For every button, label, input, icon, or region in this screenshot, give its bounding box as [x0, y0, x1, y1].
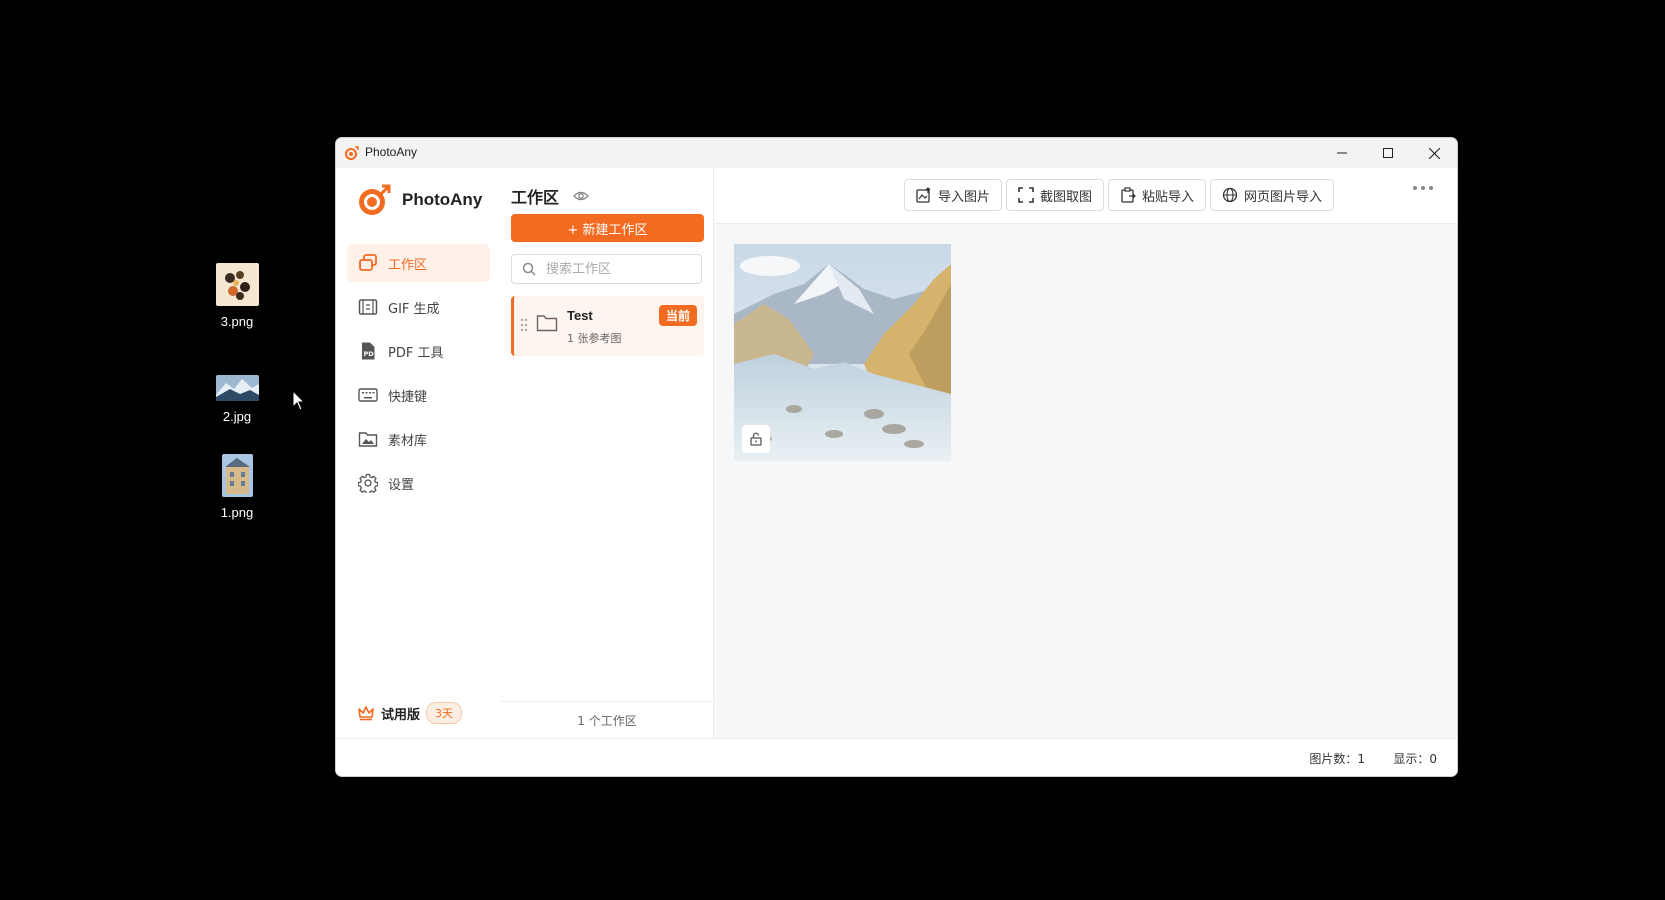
sidebar: PhotoAny 工作区 GIF 生成 PD PDF 工具 快捷键 素材库 设置…	[336, 168, 502, 776]
desktop-file-2jpg[interactable]: 2.jpg	[197, 375, 277, 424]
close-icon	[1428, 147, 1440, 159]
unlock-button[interactable]	[742, 425, 770, 453]
trial-label: 试用版	[381, 707, 421, 723]
trial-days-badge: 3天	[426, 702, 463, 724]
photoany-window: PhotoAny PhotoAny 工作区 GIF 生成 PD PDF 工具 快…	[335, 137, 1458, 777]
workspace-count: 1 个工作区	[501, 701, 713, 739]
drag-handle-icon[interactable]	[520, 318, 528, 332]
folder-icon	[536, 315, 558, 332]
close-button[interactable]	[1411, 138, 1457, 168]
import-image-label: 导入图片	[938, 189, 991, 205]
screenshot-label: 截图取图	[1040, 189, 1093, 205]
minimize-button[interactable]	[1319, 138, 1365, 168]
sidebar-item-library[interactable]: 素材库	[347, 420, 490, 458]
svg-text:PD: PD	[364, 350, 375, 358]
window-title: PhotoAny	[365, 145, 418, 159]
sidebar-item-settings[interactable]: 设置	[347, 464, 490, 502]
image-count: 图片数：1	[1309, 752, 1365, 766]
screenshot-icon	[1018, 187, 1034, 203]
workspace-panel: 工作区 + 新建工作区 Test 1 张参考图 当前	[501, 168, 714, 739]
import-image-button[interactable]: 导入图片	[904, 179, 1003, 211]
new-workspace-button[interactable]: + 新建工作区	[511, 214, 704, 242]
gear-icon	[358, 473, 378, 493]
image-library-icon	[358, 432, 378, 447]
current-badge: 当前	[658, 305, 697, 326]
maximize-button[interactable]	[1365, 138, 1411, 168]
file-thumbnail-1png	[221, 454, 253, 497]
file-thumbnail-2jpg	[215, 375, 259, 401]
sidebar-item-label: 快捷键	[388, 389, 428, 405]
workspace-icon	[359, 254, 377, 271]
image-card[interactable]	[734, 244, 951, 461]
app-logo-icon	[345, 146, 359, 160]
paste-import-button[interactable]: 粘贴导入	[1108, 179, 1207, 211]
workspace-header: 工作区	[511, 184, 589, 208]
display-count: 显示：0	[1393, 752, 1437, 766]
maximize-icon	[1383, 148, 1393, 158]
minimize-icon	[1337, 152, 1347, 154]
brand-name: PhotoAny	[402, 190, 483, 209]
main-area: 导入图片 截图取图 粘贴导入 网页图片导入	[714, 168, 1457, 739]
sidebar-nav: 工作区 GIF 生成 PD PDF 工具 快捷键 素材库 设置	[347, 244, 490, 508]
paste-icon	[1121, 187, 1136, 203]
keyboard-icon	[358, 388, 378, 402]
web-import-button[interactable]: 网页图片导入	[1210, 179, 1335, 211]
desktop-file-3png[interactable]: 3.png	[197, 263, 277, 329]
unlock-icon	[750, 432, 762, 446]
title-bar[interactable]: PhotoAny	[336, 138, 1457, 169]
sidebar-item-label: 素材库	[388, 433, 428, 449]
eye-icon[interactable]	[573, 190, 589, 202]
more-dot	[1413, 186, 1417, 190]
sidebar-item-pdf[interactable]: PD PDF 工具	[347, 332, 490, 370]
sidebar-item-shortcuts[interactable]: 快捷键	[347, 376, 490, 414]
status-bar: 图片数：1 显示：0	[336, 738, 1457, 776]
gif-icon	[358, 299, 378, 315]
sidebar-item-label: GIF 生成	[388, 301, 440, 317]
workspace-name: Test	[567, 308, 593, 323]
sidebar-item-gif[interactable]: GIF 生成	[347, 288, 490, 326]
workspace-count-label: 1 个工作区	[577, 714, 637, 728]
search-input[interactable]	[544, 260, 698, 278]
desktop-file-label: 1.png	[220, 505, 254, 520]
sidebar-item-workspace[interactable]: 工作区	[347, 244, 490, 282]
toolbar: 导入图片 截图取图 粘贴导入 网页图片导入	[714, 168, 1457, 224]
more-menu-button[interactable]	[1413, 186, 1433, 190]
workspace-card[interactable]: Test 1 张参考图 当前	[511, 296, 704, 356]
more-dot	[1421, 186, 1425, 190]
paste-import-label: 粘贴导入	[1142, 189, 1195, 205]
file-thumbnail-3png	[215, 263, 259, 306]
globe-icon	[1222, 187, 1238, 203]
sidebar-item-label: PDF 工具	[388, 345, 444, 361]
workspace-search[interactable]	[511, 254, 702, 284]
sidebar-item-label: 工作区	[388, 257, 428, 273]
brand: PhotoAny	[356, 182, 482, 218]
sidebar-item-label: 设置	[388, 477, 415, 493]
desktop-file-label: 3.png	[220, 314, 254, 329]
crown-icon	[358, 706, 374, 721]
more-dot	[1429, 186, 1433, 190]
pdf-icon: PD	[362, 342, 375, 360]
web-import-label: 网页图片导入	[1244, 189, 1323, 205]
desktop-file-label: 2.jpg	[222, 409, 252, 424]
screenshot-button[interactable]: 截图取图	[1006, 179, 1105, 211]
brand-logo-icon	[359, 184, 391, 215]
search-icon	[522, 262, 536, 276]
import-image-icon	[916, 187, 931, 203]
trial-status[interactable]: 试用版 3天	[357, 702, 463, 724]
mouse-cursor-icon	[292, 390, 306, 411]
desktop-file-1png[interactable]: 1.png	[197, 454, 277, 520]
workspace-subtitle: 1 张参考图	[567, 332, 622, 345]
workspace-title: 工作区	[511, 188, 560, 207]
